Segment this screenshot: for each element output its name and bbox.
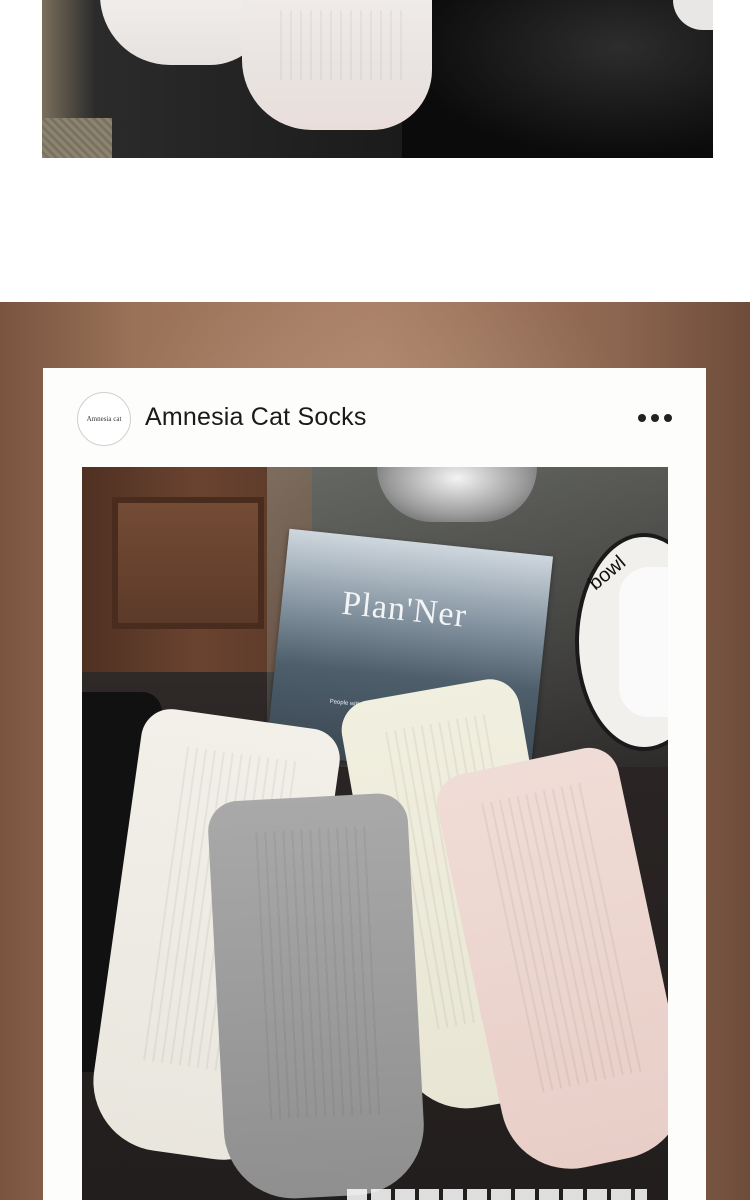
- dot: [664, 414, 672, 422]
- post-card: Amnesia cat Amnesia Cat Socks Plan'Ner P…: [43, 368, 706, 1200]
- post-photo[interactable]: Plan'Ner People with plan... bowl: [82, 467, 668, 1200]
- brand-avatar[interactable]: Amnesia cat: [77, 392, 131, 446]
- dot: [638, 414, 646, 422]
- post-header: Amnesia cat Amnesia Cat Socks: [43, 368, 706, 468]
- floor-texture: [42, 118, 112, 158]
- avatar-text: Amnesia cat: [86, 415, 122, 423]
- photo-caption-strip: [347, 1189, 668, 1200]
- white-sock-foot-right: [242, 0, 432, 130]
- magazine-title: Plan'Ner: [340, 584, 469, 635]
- leather-background: [402, 0, 713, 158]
- more-options-icon[interactable]: [638, 412, 678, 424]
- brand-name[interactable]: Amnesia Cat Socks: [145, 403, 367, 432]
- top-product-photo: [42, 0, 713, 158]
- dot: [651, 414, 659, 422]
- grey-sock: [206, 792, 428, 1200]
